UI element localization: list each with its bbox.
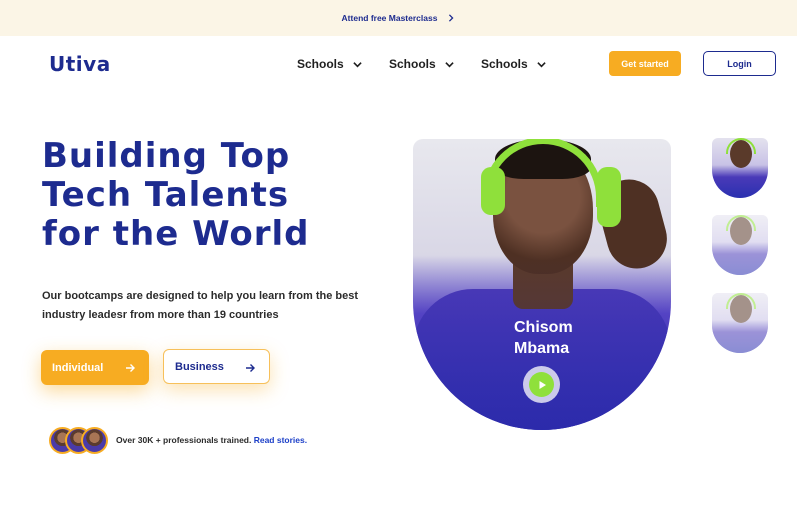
testimonial-thumbnail-3[interactable] (712, 293, 768, 353)
chevron-down-icon (353, 61, 362, 67)
page: Attend free Masterclass Utiva Schools Sc… (0, 0, 797, 516)
testimonial-thumbnail-2[interactable] (712, 215, 768, 275)
get-started-button[interactable]: Get started (609, 51, 681, 76)
login-button[interactable]: Login (703, 51, 776, 76)
nav-item-schools-1[interactable]: Schools (297, 57, 389, 71)
headline-line-1: Building Top (42, 136, 291, 176)
individual-button-label: Individual (52, 361, 104, 374)
first-name: Chisom (514, 319, 573, 336)
nav-item-schools-2[interactable]: Schools (389, 57, 481, 71)
logo-text: Utiva (49, 52, 111, 76)
hero-headline: Building Top Tech Talents for the World (42, 137, 372, 254)
nav-item-label: Schools (297, 57, 344, 71)
chevron-down-icon (537, 61, 546, 67)
avatar (81, 427, 108, 454)
masterclass-link-label: Attend free Masterclass (341, 13, 438, 23)
masterclass-link[interactable]: Attend free Masterclass (342, 13, 456, 23)
main-nav: Schools Schools Schools (297, 57, 573, 71)
play-icon (539, 380, 546, 389)
last-name: Mbama (514, 340, 570, 357)
business-button-label: Business (175, 360, 224, 373)
arrow-right-icon (246, 364, 255, 372)
testimonial-hero-image: Chisom Mbama (413, 139, 671, 430)
nav-item-label: Schools (389, 57, 436, 71)
chevron-down-icon (445, 61, 454, 67)
play-button-inner (529, 372, 554, 397)
testimonial-name: Chisom Mbama (514, 317, 573, 359)
individual-button[interactable]: Individual (41, 350, 149, 385)
stats-text: Over 30K + professionals trained. (116, 435, 254, 445)
testimonial-thumbnail-1[interactable] (712, 138, 768, 198)
thumbnail-dim-overlay (712, 215, 768, 275)
utiva-logo[interactable]: Utiva (49, 52, 111, 76)
play-video-button[interactable] (523, 366, 560, 403)
chevron-right-icon (449, 14, 454, 22)
headline-line-3: for the World (42, 214, 310, 254)
announcement-bar: Attend free Masterclass (0, 0, 797, 36)
trained-stats: Over 30K + professionals trained. Read s… (116, 435, 307, 445)
nav-item-label: Schools (481, 57, 528, 71)
arrow-right-icon (126, 364, 135, 372)
nav-item-schools-3[interactable]: Schools (481, 57, 573, 71)
headline-line-2: Tech Talents (42, 175, 290, 215)
hero-subtext: Our bootcamps are designed to help you l… (42, 290, 358, 321)
thumbnail-dim-overlay (712, 293, 768, 353)
avatar-stack (49, 427, 109, 454)
read-stories-link[interactable]: Read stories. (254, 435, 307, 445)
business-button[interactable]: Business (163, 349, 270, 384)
